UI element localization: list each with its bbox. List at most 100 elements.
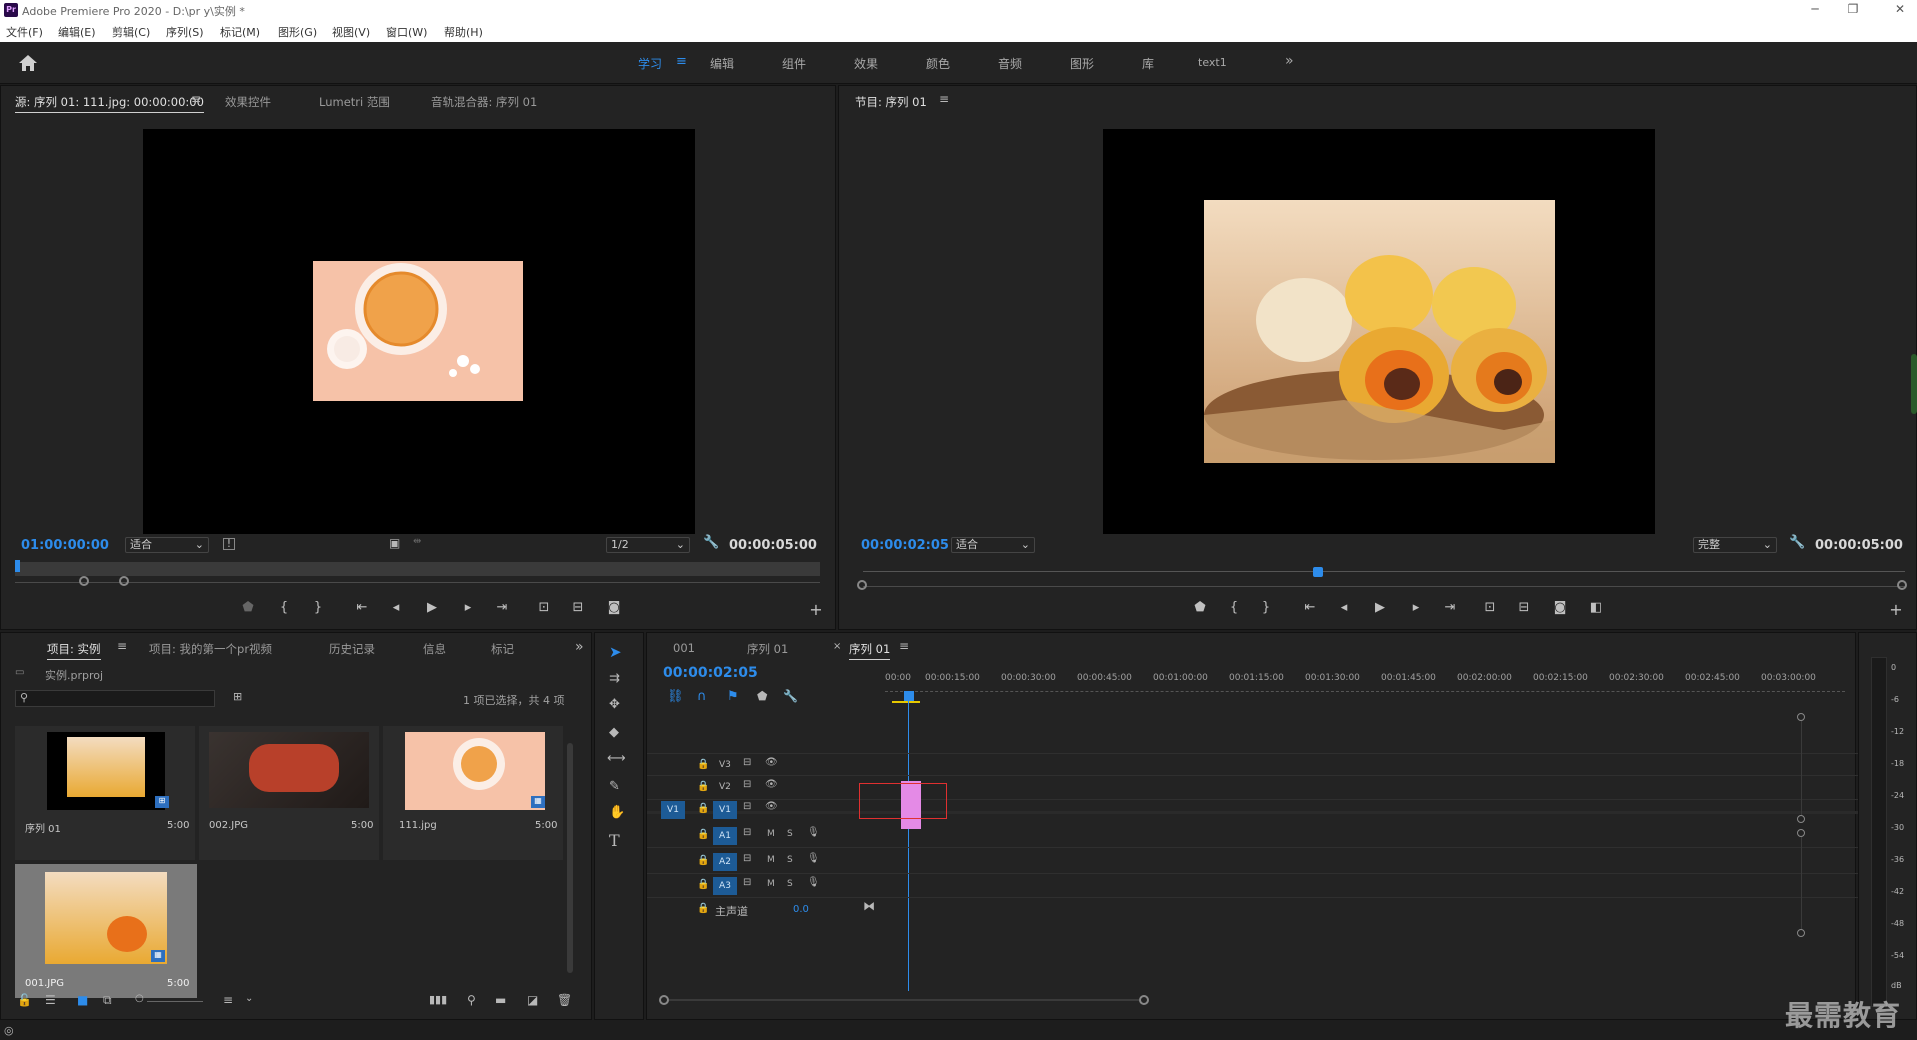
audio-scroll-handle-bottom[interactable] xyxy=(1797,929,1805,937)
timeline-zoom-handle-left[interactable] xyxy=(659,995,669,1005)
audio-scrollbar[interactable] xyxy=(1801,837,1802,929)
workspace-audio[interactable]: 音频 xyxy=(998,55,1022,72)
eye-icon[interactable]: 👁 xyxy=(765,801,778,812)
tab-timeline-sequence-b[interactable]: 序列 01 xyxy=(849,641,891,660)
step-back-icon[interactable]: ◂ xyxy=(1335,600,1353,615)
go-to-edit-icon[interactable]: ⧓ xyxy=(863,899,875,913)
minimize-button[interactable]: ─ xyxy=(1800,2,1830,16)
toggle-sync-icon[interactable]: ⊟ xyxy=(743,779,751,790)
toggle-sync-icon[interactable]: ⊟ xyxy=(743,801,751,812)
tab-lumetri-scopes[interactable]: Lumetri 范围 xyxy=(319,94,390,110)
video-scroll-handle-top[interactable] xyxy=(1797,713,1805,721)
play-icon[interactable]: ▶ xyxy=(1371,600,1389,615)
zoom-slider-handle[interactable]: ○ xyxy=(135,993,144,1004)
mark-in-icon[interactable]: { xyxy=(1225,600,1243,615)
project-scrollbar[interactable] xyxy=(567,743,573,973)
tab-program[interactable]: 节目: 序列 01 xyxy=(855,94,927,110)
trash-icon[interactable]: 🗑 xyxy=(557,993,572,1007)
track-select-tool-icon[interactable]: ⇉ xyxy=(609,671,620,686)
source-patch-v1[interactable]: V1 xyxy=(661,801,685,819)
workspace-effects[interactable]: 效果 xyxy=(854,55,878,72)
project-item-sequence[interactable]: ⊞ 序列 01 5:00 xyxy=(15,726,195,860)
tab-audio-mixer[interactable]: 音轨混合器: 序列 01 xyxy=(431,94,537,110)
track-lock-icon[interactable]: 🔒 xyxy=(697,781,709,792)
workspace-text1[interactable]: text1 xyxy=(1198,56,1227,69)
track-lock-icon[interactable]: 🔒 xyxy=(697,879,709,890)
step-back-icon[interactable]: ◂ xyxy=(387,600,405,615)
microphone-icon[interactable]: 🎙 xyxy=(807,853,820,864)
work-area-bar[interactable] xyxy=(892,701,920,703)
mark-out-icon[interactable]: } xyxy=(309,600,327,615)
tab-markers[interactable]: 标记 xyxy=(491,641,514,657)
tab-effect-controls[interactable]: 效果控件 xyxy=(225,94,271,110)
nest-icon[interactable]: ⛓ xyxy=(667,689,684,704)
zoom-slider[interactable] xyxy=(147,1001,203,1002)
menu-view[interactable]: 视图(V) xyxy=(332,24,370,40)
export-frame-icon[interactable]: ◙ xyxy=(1551,600,1569,615)
comparison-view-icon[interactable]: ◧ xyxy=(1587,600,1605,615)
razor-tool-icon[interactable]: ◆ xyxy=(609,725,619,740)
master-volume-value[interactable]: 0.0 xyxy=(793,904,809,915)
linked-selection-icon[interactable]: ⚑ xyxy=(727,689,739,704)
safe-margins-icon[interactable]: ! xyxy=(223,538,235,550)
more-workspaces-icon[interactable]: » xyxy=(1285,53,1294,69)
source-zoom-handle-left[interactable] xyxy=(79,576,89,586)
project-search-input[interactable]: ⚲ xyxy=(15,690,215,707)
mute-button[interactable]: M xyxy=(767,829,775,839)
go-to-in-icon[interactable]: ⇤ xyxy=(1301,600,1319,615)
menu-help[interactable]: 帮助(H) xyxy=(444,24,483,40)
type-tool-icon[interactable]: T xyxy=(609,831,620,850)
track-target-a3[interactable]: A3 xyxy=(713,877,737,895)
menu-file[interactable]: 文件(F) xyxy=(6,24,43,40)
workspace-color[interactable]: 颜色 xyxy=(926,55,950,72)
overwrite-clip-icon[interactable]: ⊟ xyxy=(569,600,587,615)
solo-button[interactable]: S xyxy=(787,829,793,839)
sort-icon[interactable]: ≡ xyxy=(223,993,233,1007)
track-lock-icon[interactable]: 🔒 xyxy=(697,829,709,840)
toggle-sync-icon[interactable]: ⊟ xyxy=(743,827,751,838)
workspace-graphics[interactable]: 图形 xyxy=(1070,55,1094,72)
export-frame-icon[interactable]: ◙ xyxy=(605,600,623,615)
slip-tool-icon[interactable]: ⟷ xyxy=(607,751,626,766)
microphone-icon[interactable]: 🎙 xyxy=(807,827,820,838)
source-fit-dropdown[interactable]: 适合 ⌄ xyxy=(125,537,209,553)
tab-project-example[interactable]: 项目: 实例 xyxy=(47,641,101,660)
source-playhead[interactable] xyxy=(15,560,20,572)
menu-edit[interactable]: 编辑(E) xyxy=(58,24,96,40)
panel-menu-icon[interactable]: ≡ xyxy=(191,92,201,106)
workspace-learn[interactable]: 学习 xyxy=(638,55,662,72)
source-zoom-handle-right[interactable] xyxy=(119,576,129,586)
tab-source[interactable]: 源: 序列 01: 111.jpg: 00:00:00:00 xyxy=(15,94,204,113)
home-icon[interactable] xyxy=(18,54,38,72)
project-item-111[interactable]: ▦ 111.jpg 5:00 xyxy=(383,726,563,860)
add-marker-icon[interactable]: ⬟ xyxy=(1191,600,1209,615)
extract-icon[interactable]: ⊟ xyxy=(1515,600,1533,615)
eye-icon[interactable]: 👁 xyxy=(765,757,778,768)
microphone-icon[interactable]: 🎙 xyxy=(807,877,820,888)
lock-icon[interactable]: 🔓 xyxy=(17,993,32,1007)
timeline-timecode[interactable]: 00:00:02:05 xyxy=(663,665,758,681)
step-forward-icon[interactable]: ▸ xyxy=(459,600,477,615)
step-forward-icon[interactable]: ▸ xyxy=(1407,600,1425,615)
menu-marker[interactable]: 标记(M) xyxy=(220,24,260,40)
track-target-a2[interactable]: A2 xyxy=(713,853,737,871)
toggle-sync-icon[interactable]: ⊟ xyxy=(743,757,751,768)
find-icon[interactable]: ⚲ xyxy=(467,993,476,1007)
track-lock-icon[interactable]: 🔒 xyxy=(697,855,709,866)
panel-menu-icon[interactable]: ≡ xyxy=(899,639,909,653)
track-target-a1[interactable]: A1 xyxy=(713,827,737,845)
new-item-icon[interactable]: ◪ xyxy=(527,993,538,1007)
wrench-icon[interactable]: 🔧 xyxy=(703,535,719,550)
list-view-icon[interactable]: ☰ xyxy=(45,993,56,1007)
new-bin-icon[interactable]: ▬ xyxy=(495,993,506,1007)
track-lock-icon[interactable]: 🔒 xyxy=(697,759,709,770)
automate-to-sequence-icon[interactable]: ▮▮▮ xyxy=(429,993,447,1006)
tab-timeline-sequence-a[interactable]: 序列 01 xyxy=(747,641,788,657)
project-item-002[interactable]: 002.JPG 5:00 xyxy=(199,726,379,860)
toggle-sync-icon[interactable]: ⊟ xyxy=(743,877,751,888)
timeline-ruler[interactable]: 00:00 00:00:15:00 00:00:30:00 00:00:45:0… xyxy=(885,673,1845,701)
freeform-view-icon[interactable]: ⧉ xyxy=(103,993,112,1008)
menu-clip[interactable]: 剪辑(C) xyxy=(112,24,150,40)
timeline-settings-icon[interactable]: 🔧 xyxy=(783,689,798,703)
program-scrub-bar[interactable] xyxy=(863,571,1905,572)
